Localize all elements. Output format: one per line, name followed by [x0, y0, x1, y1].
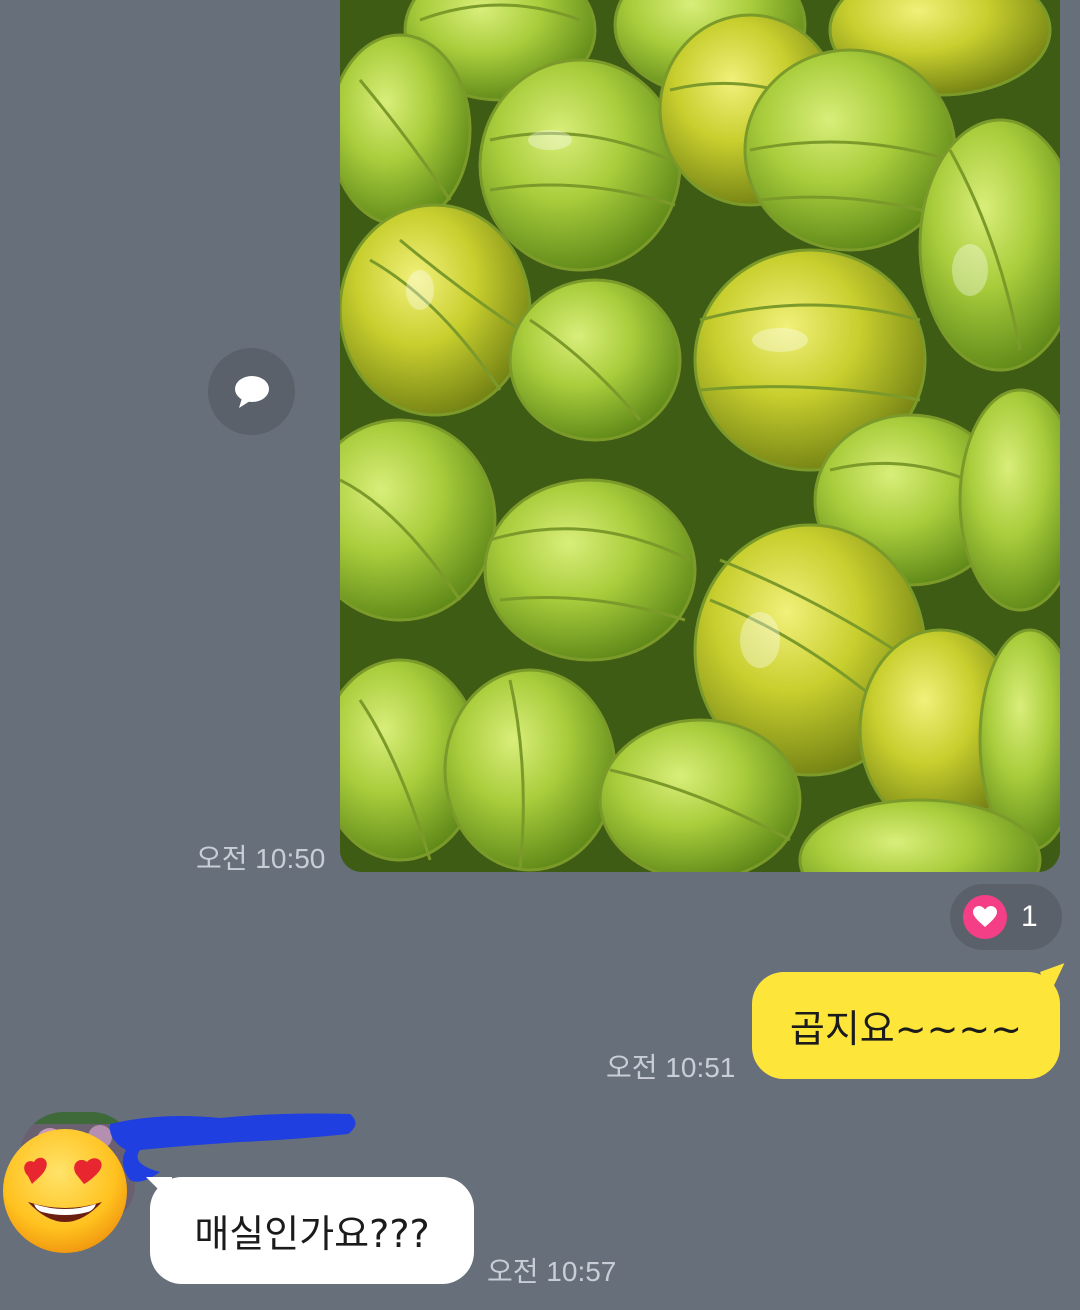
message-text: 곱지요~~~~ — [789, 1007, 1023, 1051]
photo-message[interactable] — [340, 0, 1060, 872]
message-text: 매실인가요??? — [194, 1212, 430, 1256]
sender-name-redacted — [100, 1104, 360, 1188]
heart-icon — [963, 895, 1007, 939]
message-timestamp: 오전 10:50 — [196, 843, 326, 874]
heart-eyes-emoji — [0, 1124, 132, 1258]
reaction-count: 1 — [1021, 900, 1038, 933]
message-timestamp: 오전 10:57 — [487, 1256, 617, 1287]
incoming-message-bubble[interactable]: 매실인가요??? — [146, 1177, 474, 1284]
message-timestamp: 오전 10:51 — [606, 1052, 736, 1083]
bubble-tail — [146, 1177, 172, 1203]
bubble-tail — [1040, 963, 1074, 997]
speech-bubble-icon — [234, 375, 269, 408]
share-button[interactable] — [208, 348, 295, 435]
reaction-badge[interactable]: 1 — [950, 884, 1062, 950]
green-plums-photo — [340, 0, 1060, 872]
outgoing-message-bubble[interactable]: 곱지요~~~~ — [752, 963, 1074, 1079]
chat-area: 오전 10:50 1 오전 10:51 곱지요~~~~ 매실인가요??? 오전 … — [0, 0, 1080, 1310]
